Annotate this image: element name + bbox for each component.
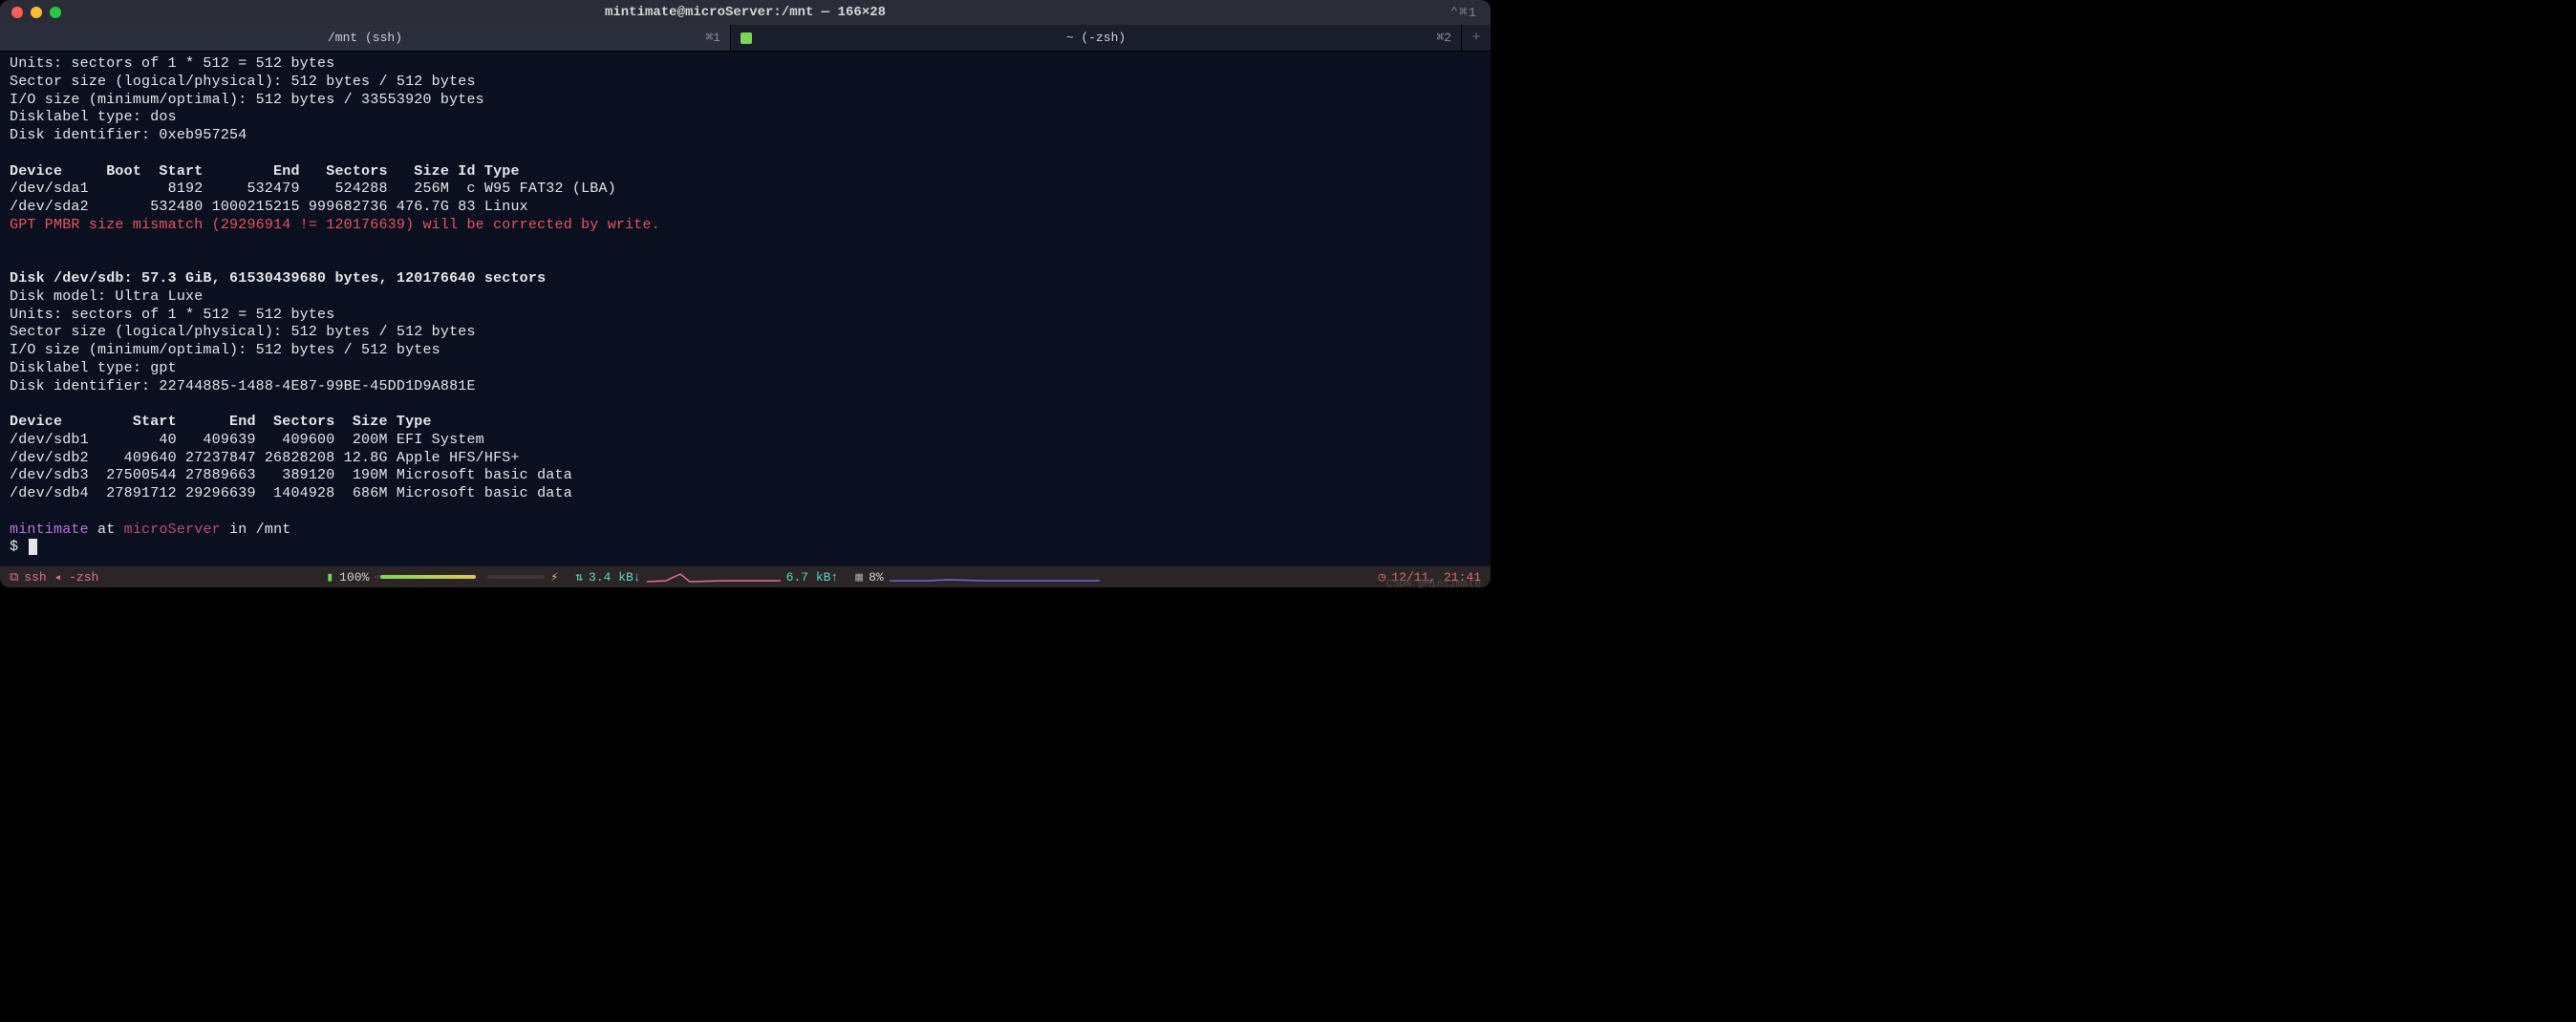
table-row: /dev/sdb2 409640 27237847 26828208 12.8G… xyxy=(10,450,520,466)
new-tab-button[interactable]: + xyxy=(1462,25,1491,51)
window-title: mintimate@microServer:/mnt — 166×28 xyxy=(0,5,1491,20)
tab-label: ~ (-zsh) xyxy=(731,31,1461,45)
output-line: Disklabel type: gpt xyxy=(10,360,177,376)
output-line: Disk identifier: 22744885-1488-4E87-99BE… xyxy=(10,378,476,394)
prompt-symbol: $ xyxy=(10,539,27,555)
output-line: Units: sectors of 1 * 512 = 512 bytes xyxy=(10,55,334,72)
table-row: /dev/sdb1 40 409639 409600 200M EFI Syst… xyxy=(10,432,484,448)
output-line: Sector size (logical/physical): 512 byte… xyxy=(10,324,476,340)
prompt-at: at xyxy=(89,522,124,538)
minimize-icon[interactable] xyxy=(31,7,42,18)
tab-bar: /mnt (ssh) ⌘1 ~ (-zsh) ⌘2 + xyxy=(0,25,1491,52)
net-up: 6.7 kB↑ xyxy=(786,570,839,585)
window-hint: ⌃⌘1 xyxy=(1450,5,1491,21)
prompt-user: mintimate xyxy=(10,522,89,538)
network-icon: ⇅ xyxy=(575,570,583,585)
status-bar: ⧉ ssh ◂ -zsh ▮ 100% ⚡ ⇅ 3.4 kB↓ 6.7 kB↑ … xyxy=(0,566,1491,587)
status-battery: ▮ 100% ⚡ xyxy=(326,570,558,585)
battery-icon: ▮ xyxy=(326,570,333,585)
prompt-host: microServer xyxy=(124,522,221,538)
cpu-pct: 8% xyxy=(869,570,884,585)
output-line: Disk model: Ultra Luxe xyxy=(10,288,203,305)
warning-line: GPT PMBR size mismatch (29296914 != 1201… xyxy=(10,217,660,233)
table-header: Device Boot Start End Sectors Size Id Ty… xyxy=(10,163,520,180)
terminal-output[interactable]: Units: sectors of 1 * 512 = 512 bytes Se… xyxy=(0,52,1491,561)
terminal-window: mintimate@microServer:/mnt — 166×28 ⌃⌘1 … xyxy=(0,0,1491,587)
output-line: I/O size (minimum/optimal): 512 bytes / … xyxy=(10,342,440,358)
output-line: Units: sectors of 1 * 512 = 512 bytes xyxy=(10,307,334,323)
status-network: ⇅ 3.4 kB↓ 6.7 kB↑ xyxy=(575,570,838,585)
prompt-in: in xyxy=(221,522,256,538)
output-line: Sector size (logical/physical): 512 byte… xyxy=(10,74,476,90)
output-line: I/O size (minimum/optimal): 512 bytes / … xyxy=(10,92,484,108)
cursor xyxy=(29,539,37,555)
output-line: Disklabel type: dos xyxy=(10,109,177,125)
table-row: /dev/sdb3 27500544 27889663 389120 190M … xyxy=(10,467,572,483)
watermark: CSDN @Mintimate xyxy=(1386,579,1481,590)
table-row: /dev/sda2 532480 1000215215 999682736 47… xyxy=(10,199,528,215)
status-session[interactable]: ⧉ ssh ◂ -zsh xyxy=(10,570,98,585)
tab-ssh[interactable]: /mnt (ssh) ⌘1 xyxy=(0,25,731,51)
prompt-path: /mnt xyxy=(256,522,291,538)
disk-heading: Disk /dev/sdb: 57.3 GiB, 61530439680 byt… xyxy=(10,270,546,287)
titlebar: mintimate@microServer:/mnt — 166×28 ⌃⌘1 xyxy=(0,0,1491,25)
zoom-icon[interactable] xyxy=(50,7,61,18)
plus-icon: + xyxy=(1471,30,1480,46)
net-sparkline xyxy=(647,570,781,584)
terminal-icon xyxy=(741,32,752,44)
tab-shortcut: ⌘1 xyxy=(705,31,720,45)
cpu-sparkline xyxy=(890,570,1100,584)
battery-bar-tail xyxy=(487,575,545,579)
table-header: Device Start End Sectors Size Type xyxy=(10,414,432,430)
tab-shortcut: ⌘2 xyxy=(1436,31,1451,45)
status-cpu: ▦ 8% xyxy=(855,570,1099,585)
link-icon: ⧉ xyxy=(10,570,18,585)
session-text: ssh ◂ -zsh xyxy=(24,570,98,585)
net-down: 3.4 kB↓ xyxy=(589,570,641,585)
table-row: /dev/sda1 8192 532479 524288 256M c W95 … xyxy=(10,181,616,197)
bolt-icon: ⚡ xyxy=(550,570,558,585)
cpu-icon: ▦ xyxy=(855,570,863,585)
output-line: Disk identifier: 0xeb957254 xyxy=(10,127,247,143)
clock-icon: ◷ xyxy=(1379,570,1386,585)
battery-pct: 100% xyxy=(339,570,369,585)
close-icon[interactable] xyxy=(11,7,23,18)
window-controls xyxy=(0,7,61,18)
table-row: /dev/sdb4 27891712 29296639 1404928 686M… xyxy=(10,485,572,501)
tab-label: /mnt (ssh) xyxy=(0,31,730,45)
tab-zsh[interactable]: ~ (-zsh) ⌘2 xyxy=(731,25,1462,51)
battery-bar-fill xyxy=(380,575,476,579)
